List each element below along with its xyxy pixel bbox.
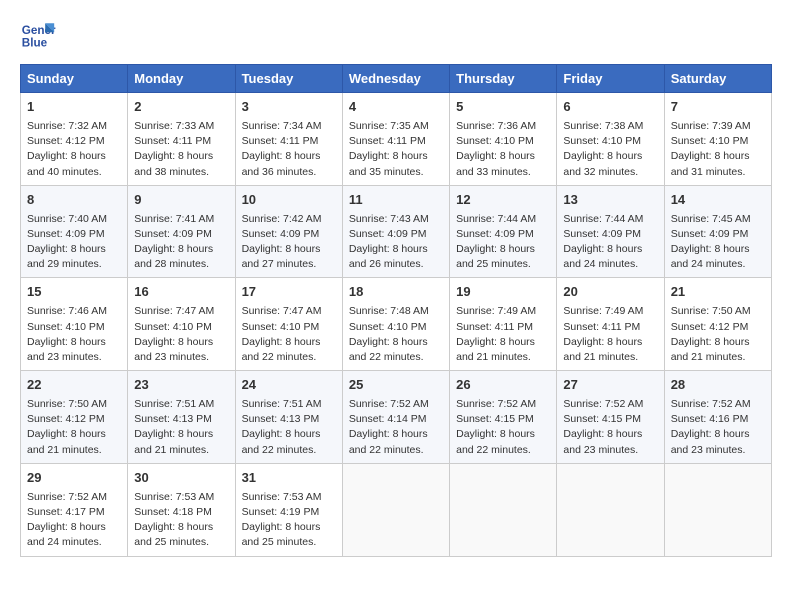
day-number: 12: [456, 191, 550, 210]
day-number: 27: [563, 376, 657, 395]
calendar-cell: 8Sunrise: 7:40 AMSunset: 4:09 PMDaylight…: [21, 185, 128, 278]
day-number: 13: [563, 191, 657, 210]
day-number: 1: [27, 98, 121, 117]
day-number: 31: [242, 469, 336, 488]
calendar-cell: 12Sunrise: 7:44 AMSunset: 4:09 PMDayligh…: [450, 185, 557, 278]
calendar-cell: 1Sunrise: 7:32 AMSunset: 4:12 PMDaylight…: [21, 93, 128, 186]
day-number: 25: [349, 376, 443, 395]
day-number: 29: [27, 469, 121, 488]
day-number: 4: [349, 98, 443, 117]
calendar-cell: 29Sunrise: 7:52 AMSunset: 4:17 PMDayligh…: [21, 463, 128, 556]
calendar-cell: 26Sunrise: 7:52 AMSunset: 4:15 PMDayligh…: [450, 371, 557, 464]
logo: General Blue: [20, 16, 60, 52]
day-number: 20: [563, 283, 657, 302]
day-of-week-header: Thursday: [450, 65, 557, 93]
calendar-cell: 14Sunrise: 7:45 AMSunset: 4:09 PMDayligh…: [664, 185, 771, 278]
calendar-cell: 23Sunrise: 7:51 AMSunset: 4:13 PMDayligh…: [128, 371, 235, 464]
calendar-cell: 13Sunrise: 7:44 AMSunset: 4:09 PMDayligh…: [557, 185, 664, 278]
day-number: 10: [242, 191, 336, 210]
day-number: 23: [134, 376, 228, 395]
day-number: 7: [671, 98, 765, 117]
day-number: 11: [349, 191, 443, 210]
day-number: 3: [242, 98, 336, 117]
calendar-cell: 20Sunrise: 7:49 AMSunset: 4:11 PMDayligh…: [557, 278, 664, 371]
calendar-cell: 28Sunrise: 7:52 AMSunset: 4:16 PMDayligh…: [664, 371, 771, 464]
calendar-cell: 2Sunrise: 7:33 AMSunset: 4:11 PMDaylight…: [128, 93, 235, 186]
calendar-cell: 16Sunrise: 7:47 AMSunset: 4:10 PMDayligh…: [128, 278, 235, 371]
day-number: 14: [671, 191, 765, 210]
calendar-cell: 17Sunrise: 7:47 AMSunset: 4:10 PMDayligh…: [235, 278, 342, 371]
day-number: 21: [671, 283, 765, 302]
calendar-cell: [557, 463, 664, 556]
calendar-cell: 3Sunrise: 7:34 AMSunset: 4:11 PMDaylight…: [235, 93, 342, 186]
calendar-cell: 30Sunrise: 7:53 AMSunset: 4:18 PMDayligh…: [128, 463, 235, 556]
calendar-cell: 24Sunrise: 7:51 AMSunset: 4:13 PMDayligh…: [235, 371, 342, 464]
logo-icon: General Blue: [20, 16, 56, 52]
day-number: 5: [456, 98, 550, 117]
day-number: 16: [134, 283, 228, 302]
calendar-cell: [450, 463, 557, 556]
day-number: 18: [349, 283, 443, 302]
day-number: 19: [456, 283, 550, 302]
day-number: 22: [27, 376, 121, 395]
day-of-week-header: Friday: [557, 65, 664, 93]
calendar-cell: 25Sunrise: 7:52 AMSunset: 4:14 PMDayligh…: [342, 371, 449, 464]
day-number: 8: [27, 191, 121, 210]
day-of-week-header: Monday: [128, 65, 235, 93]
calendar-cell: 18Sunrise: 7:48 AMSunset: 4:10 PMDayligh…: [342, 278, 449, 371]
page-header: General Blue: [20, 16, 772, 52]
day-number: 26: [456, 376, 550, 395]
calendar-cell: 9Sunrise: 7:41 AMSunset: 4:09 PMDaylight…: [128, 185, 235, 278]
day-number: 9: [134, 191, 228, 210]
calendar-cell: 4Sunrise: 7:35 AMSunset: 4:11 PMDaylight…: [342, 93, 449, 186]
calendar-cell: 27Sunrise: 7:52 AMSunset: 4:15 PMDayligh…: [557, 371, 664, 464]
day-number: 24: [242, 376, 336, 395]
calendar-table: SundayMondayTuesdayWednesdayThursdayFrid…: [20, 64, 772, 557]
calendar-cell: 10Sunrise: 7:42 AMSunset: 4:09 PMDayligh…: [235, 185, 342, 278]
svg-text:Blue: Blue: [22, 37, 48, 50]
day-number: 28: [671, 376, 765, 395]
calendar-cell: 11Sunrise: 7:43 AMSunset: 4:09 PMDayligh…: [342, 185, 449, 278]
day-of-week-header: Tuesday: [235, 65, 342, 93]
day-of-week-header: Saturday: [664, 65, 771, 93]
day-number: 17: [242, 283, 336, 302]
day-number: 15: [27, 283, 121, 302]
day-number: 6: [563, 98, 657, 117]
calendar-cell: 7Sunrise: 7:39 AMSunset: 4:10 PMDaylight…: [664, 93, 771, 186]
calendar-cell: 21Sunrise: 7:50 AMSunset: 4:12 PMDayligh…: [664, 278, 771, 371]
calendar-cell: 31Sunrise: 7:53 AMSunset: 4:19 PMDayligh…: [235, 463, 342, 556]
calendar-cell: 15Sunrise: 7:46 AMSunset: 4:10 PMDayligh…: [21, 278, 128, 371]
calendar-cell: 19Sunrise: 7:49 AMSunset: 4:11 PMDayligh…: [450, 278, 557, 371]
calendar-cell: 6Sunrise: 7:38 AMSunset: 4:10 PMDaylight…: [557, 93, 664, 186]
day-of-week-header: Wednesday: [342, 65, 449, 93]
day-of-week-header: Sunday: [21, 65, 128, 93]
calendar-cell: 5Sunrise: 7:36 AMSunset: 4:10 PMDaylight…: [450, 93, 557, 186]
day-number: 30: [134, 469, 228, 488]
calendar-cell: [342, 463, 449, 556]
calendar-cell: 22Sunrise: 7:50 AMSunset: 4:12 PMDayligh…: [21, 371, 128, 464]
calendar-cell: [664, 463, 771, 556]
day-number: 2: [134, 98, 228, 117]
